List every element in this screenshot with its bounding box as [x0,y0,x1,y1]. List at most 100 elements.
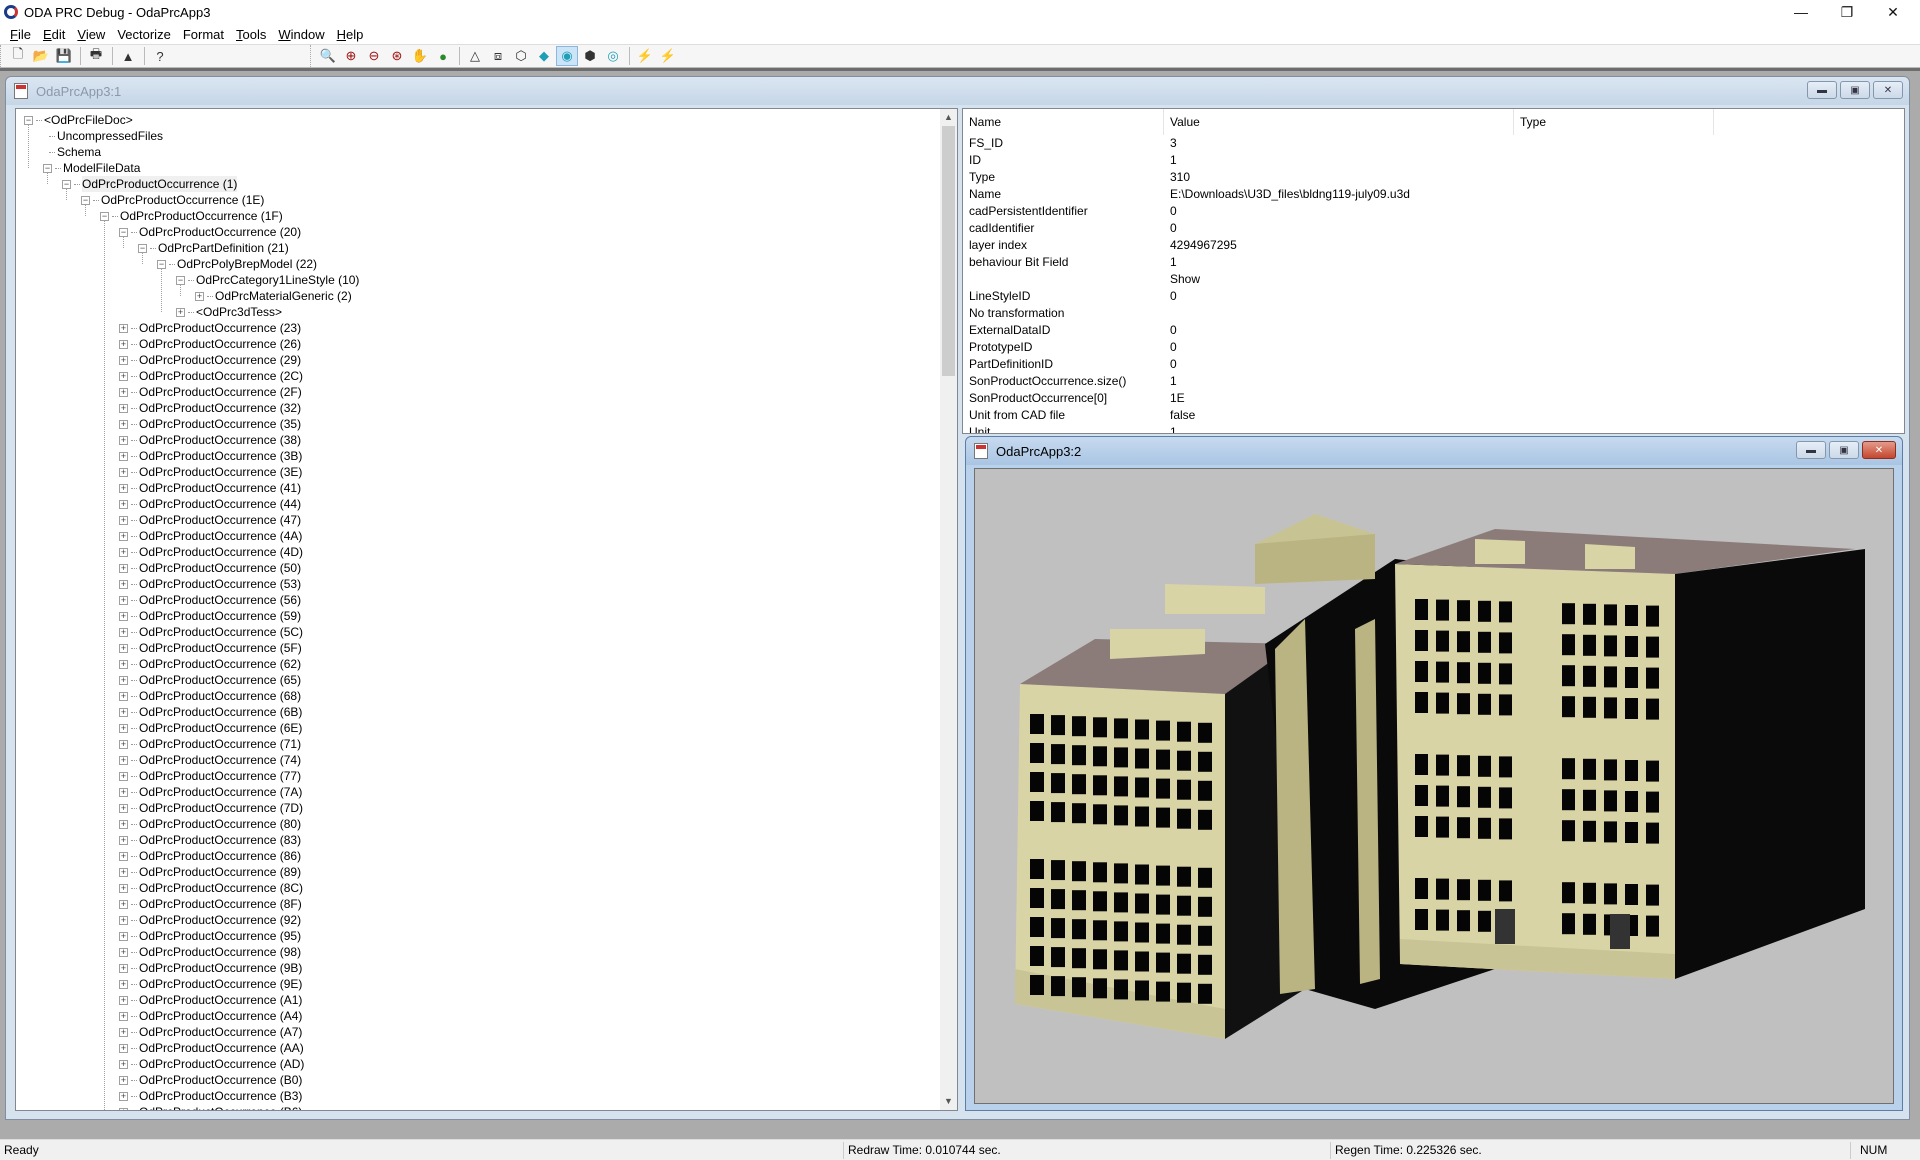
collapse-icon[interactable]: − [157,259,166,269]
tree-node[interactable]: + OdPrcProductOccurrence (4D) [119,544,303,560]
menu-view[interactable]: View [71,27,111,42]
menu-file[interactable]: File [4,27,37,42]
tree-node[interactable]: + OdPrcProductOccurrence (26) [119,336,301,352]
property-row[interactable]: LineStyleID 0 [963,288,1904,305]
expand-icon[interactable]: + [119,995,128,1005]
collapse-icon[interactable]: − [119,227,128,237]
properties-grid[interactable]: Name Value Type FS_ID 3 ID 1 Type 310 Name E:\D… [962,108,1905,434]
collapse-icon[interactable]: − [100,211,109,221]
zoom-out-icon[interactable]: ⊖ [363,46,385,66]
tree-node[interactable]: + OdPrcProductOccurrence (50) [119,560,301,576]
tree-node[interactable]: + OdPrcProductOccurrence (9E) [119,976,302,992]
property-row[interactable]: behaviour Bit Field 1 [963,254,1904,271]
tree-node[interactable]: + OdPrcProductOccurrence (B3) [119,1088,302,1104]
minimize-button[interactable]: — [1778,0,1824,24]
zoom-extents-icon[interactable]: ⊛ [386,46,408,66]
expand-icon[interactable]: + [119,1011,128,1021]
print-icon[interactable]: 🖶 [85,46,107,66]
property-row[interactable]: PartDefinitionID 0 [963,356,1904,373]
collapse-icon[interactable]: − [176,275,185,285]
tree-node[interactable]: + OdPrcProductOccurrence (29) [119,352,301,368]
tree-node[interactable]: + OdPrcProductOccurrence (77) [119,768,301,784]
regen-view-icon[interactable]: ⚡ [657,46,679,66]
child2-minimize-button[interactable]: ▬ [1796,441,1826,459]
tree-node[interactable]: UncompressedFiles [43,128,163,144]
document-window-2-titlebar[interactable]: OdaPrcApp3:2 ▬ ▣ ✕ [966,437,1902,465]
gouraud-shaded-icon[interactable]: ◉ [556,46,578,66]
expand-icon[interactable]: + [119,435,128,445]
tree-node[interactable]: + OdPrcProductOccurrence (86) [119,848,301,864]
menu-format[interactable]: Format [177,27,230,42]
menu-edit[interactable]: Edit [37,27,71,42]
close-button[interactable]: ✕ [1870,0,1916,24]
zoom-window-icon[interactable]: 🔍 [317,46,339,66]
tree-node[interactable]: + OdPrcProductOccurrence (80) [119,816,301,832]
expand-icon[interactable]: + [119,467,128,477]
tree-node[interactable]: + OdPrcProductOccurrence (5C) [119,624,303,640]
expand-icon[interactable]: + [119,1043,128,1053]
document-window-1-titlebar[interactable]: OdaPrcApp3:1 ▬ ▣ ✕ [6,77,1909,105]
expand-icon[interactable]: + [119,707,128,717]
expand-icon[interactable]: + [119,659,128,669]
expand-icon[interactable]: + [119,899,128,909]
property-row[interactable]: FS_ID 3 [963,135,1904,152]
tree-node[interactable]: − OdPrcCategory1LineStyle (10) [176,272,359,288]
expand-icon[interactable]: + [119,931,128,941]
flat-shaded-icon[interactable]: ◆ [533,46,555,66]
save-icon[interactable]: 💾 [53,46,75,66]
expand-icon[interactable]: + [119,339,128,349]
tree-scroll-thumb[interactable] [942,126,955,376]
help-icon[interactable]: ? [149,46,171,66]
tree-node[interactable]: + OdPrcProductOccurrence (32) [119,400,301,416]
tree-node[interactable]: + OdPrcProductOccurrence (71) [119,736,301,752]
tree-node[interactable]: − ModelFileData [43,160,140,176]
property-row[interactable]: layer index 4294967295 [963,237,1904,254]
child1-close-button[interactable]: ✕ [1873,81,1903,99]
expand-icon[interactable]: + [119,1091,128,1101]
open-icon[interactable]: 📂 [30,46,52,66]
menu-help[interactable]: Help [331,27,370,42]
collapse-icon[interactable]: − [138,243,147,253]
tree-node[interactable]: + OdPrcProductOccurrence (23) [119,320,301,336]
tree-node[interactable]: + OdPrcProductOccurrence (3B) [119,448,302,464]
menu-vectorize[interactable]: Vectorize [111,27,176,42]
tree-node[interactable]: + OdPrcProductOccurrence (59) [119,608,301,624]
tree-node[interactable]: + OdPrcProductOccurrence (2F) [119,384,302,400]
gouraud-edges-icon[interactable]: ◎ [602,46,624,66]
collapse-icon[interactable]: − [62,179,71,189]
hidden-line-icon[interactable]: ⬡ [510,46,532,66]
restore-button[interactable]: ❐ [1824,0,1870,24]
child1-restore-button[interactable]: ▣ [1840,81,1870,99]
scroll-up-arrow-icon[interactable]: ▲ [940,109,957,126]
tree-node[interactable]: + OdPrcProductOccurrence (98) [119,944,301,960]
menu-window[interactable]: Window [272,27,330,42]
tree-node[interactable]: + OdPrcProductOccurrence (95) [119,928,301,944]
flat-shaded-edges-icon[interactable]: ⬢ [579,46,601,66]
tree-node[interactable]: − OdPrcProductOccurrence (1E) [81,192,264,208]
expand-icon[interactable]: + [119,675,128,685]
property-row[interactable]: SonProductOccurrence.size() 1 [963,373,1904,390]
tree-node[interactable]: + OdPrcProductOccurrence (8F) [119,896,302,912]
expand-icon[interactable]: + [119,579,128,589]
expand-icon[interactable]: + [119,723,128,733]
tree-node[interactable]: + OdPrcProductOccurrence (A1) [119,992,302,1008]
property-row[interactable]: No transformation [963,305,1904,322]
tree-node[interactable]: + OdPrcProductOccurrence (7D) [119,800,303,816]
object-tree[interactable]: ▲ ▼ − <OdPrcFileDoc> UncompressedFiles Sche… [15,108,958,1111]
tree-node[interactable]: − <OdPrcFileDoc> [24,112,133,128]
expand-icon[interactable]: + [119,403,128,413]
tree-node[interactable]: + OdPrcProductOccurrence (68) [119,688,301,704]
tree-node[interactable]: − OdPrcPartDefinition (21) [138,240,289,256]
expand-icon[interactable]: + [119,867,128,877]
tree-node[interactable]: + OdPrcProductOccurrence (89) [119,864,301,880]
property-row[interactable]: Unit from CAD file false [963,407,1904,424]
menu-tools[interactable]: Tools [230,27,272,42]
regen-icon[interactable]: ⚡ [634,46,656,66]
scroll-down-arrow-icon[interactable]: ▼ [940,1093,957,1110]
pan-icon[interactable]: ✋ [409,46,431,66]
tree-node[interactable]: + OdPrcProductOccurrence (A7) [119,1024,302,1040]
expand-icon[interactable]: + [119,755,128,765]
expand-icon[interactable]: + [119,691,128,701]
expand-icon[interactable]: + [119,803,128,813]
expand-icon[interactable]: + [176,307,185,317]
